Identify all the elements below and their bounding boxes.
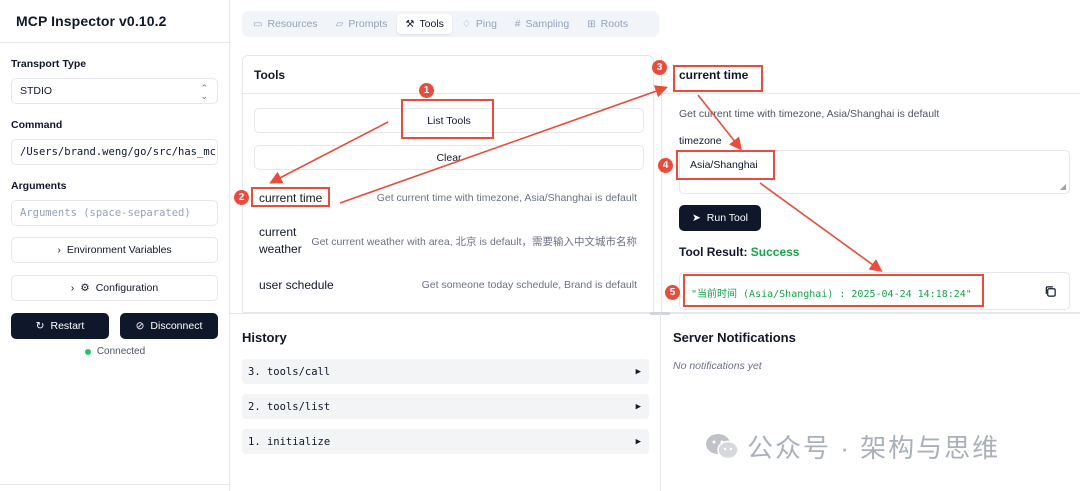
tools-panel: Tools List Tools Clear current time Get … (242, 55, 654, 313)
run-tool-label: Run Tool (706, 212, 749, 224)
connection-status: Connected (0, 346, 230, 357)
bell-icon: ♢ (461, 18, 471, 30)
history-title: History (242, 330, 287, 345)
tool-detail-description: Get current time with timezone, Asia/Sha… (679, 108, 940, 120)
arguments-input[interactable]: Arguments (space-separated) (11, 200, 218, 226)
status-dot-icon (84, 348, 91, 355)
annotation-badge: 2 (234, 190, 249, 205)
message-icon: ▱ (335, 18, 344, 30)
tab-tools[interactable]: ⚒ Tools (397, 14, 452, 34)
tab-roots[interactable]: ⊞ Roots (579, 14, 636, 34)
rotate-icon: ↻ (35, 320, 45, 332)
tab-resources-label: Resources (267, 18, 318, 30)
triangle-right-icon: ▶ (635, 436, 641, 447)
tool-description: Get someone today schedule, Brand is def… (421, 279, 637, 291)
sidebar-bottom-divider (0, 484, 229, 485)
vertical-divider (660, 313, 661, 491)
annotation-box-list-tools (401, 99, 494, 139)
chevron-up-down-icon: ⌃ ⌄ (200, 83, 208, 101)
triangle-right-icon: ▶ (635, 401, 641, 412)
sidebar-divider (0, 42, 229, 43)
arguments-label: Arguments (11, 180, 67, 192)
tab-resources[interactable]: ▭ Resources (245, 14, 326, 34)
triangle-right-icon: ▶ (635, 366, 641, 377)
watermark: 公众号 · 架构与思维 (705, 428, 1000, 465)
tool-name: current weather (259, 225, 302, 256)
annotation-box-current-time (251, 187, 330, 207)
clear-button[interactable]: Clear (254, 145, 644, 170)
notifications-empty-text: No notifications yet (673, 360, 762, 372)
hash-icon: # (514, 18, 521, 30)
annotation-badge: 5 (665, 285, 680, 300)
transport-type-value: STDIO (20, 85, 53, 97)
run-tool-button[interactable]: ➤ Run Tool (679, 205, 761, 231)
tools-panel-title: Tools (243, 56, 653, 94)
server-notifications-title: Server Notifications (673, 330, 796, 345)
tab-roots-label: Roots (600, 18, 629, 30)
tool-result-heading: Tool Result: Success (679, 245, 799, 259)
command-input[interactable]: /Users/brand.weng/go/src/has_mc (11, 139, 218, 165)
annotation-badge: 4 (658, 158, 673, 173)
tab-prompts-label: Prompts (348, 18, 388, 30)
send-icon: ➤ (691, 212, 701, 224)
sidebar: MCP Inspector v0.10.2 Transport Type STD… (0, 0, 230, 491)
annotation-box-result (683, 274, 984, 307)
restart-button[interactable]: ↻ Restart (11, 313, 109, 339)
transport-type-label: Transport Type (11, 58, 87, 70)
command-label: Command (11, 119, 63, 131)
tool-description: Get current time with timezone, Asia/Sha… (376, 192, 637, 204)
annotation-box-detail-title (673, 65, 763, 92)
hammer-icon: ⚒ (405, 18, 415, 30)
folder-tree-icon: ⊞ (587, 18, 596, 30)
gear-icon: ⚙ (80, 282, 90, 294)
tool-description: Get current weather with area, 北京 is def… (311, 235, 637, 248)
restart-label: Restart (50, 320, 85, 332)
history-item-label: 1. initialize (248, 435, 331, 448)
tool-item-user-schedule[interactable]: user schedule Get someone today schedule… (243, 275, 653, 295)
chevron-right-icon: › (57, 244, 61, 256)
resize-grip-icon[interactable]: ◢ (1060, 183, 1066, 191)
copy-icon[interactable] (1044, 285, 1057, 298)
app-title: MCP Inspector v0.10.2 (16, 13, 167, 29)
watermark-text: 公众号 · 架构与思维 (747, 433, 1001, 463)
wechat-icon (706, 433, 739, 459)
tool-name: user schedule (259, 277, 334, 292)
configuration-button[interactable]: › ⚙ Configuration (11, 275, 218, 301)
disconnect-label: Disconnect (150, 320, 203, 332)
tab-ping[interactable]: ♢ Ping (454, 14, 505, 34)
annotation-badge: 1 (419, 83, 434, 98)
history-item[interactable]: 2. tools/list ▶ (242, 394, 649, 419)
unplug-icon: ⊘ (135, 320, 145, 332)
file-icon: ▭ (253, 18, 263, 30)
tab-sampling-label: Sampling (525, 18, 570, 30)
connection-status-text: Connected (96, 346, 146, 357)
tool-detail-divider (662, 93, 1080, 94)
transport-type-select[interactable]: STDIO ⌃ ⌄ (11, 78, 218, 104)
annotation-box-timezone (676, 150, 775, 180)
disconnect-button[interactable]: ⊘ Disconnect (120, 313, 218, 339)
tab-tools-label: Tools (419, 18, 444, 30)
annotation-badge: 3 (652, 60, 667, 75)
tab-sampling[interactable]: # Sampling (507, 14, 577, 34)
tab-prompts[interactable]: ▱ Prompts (328, 14, 396, 34)
tool-result-label: Tool Result: (679, 245, 748, 259)
chevron-right-icon: › (70, 282, 75, 294)
tab-ping-label: Ping (475, 18, 497, 30)
tab-bar: ▭ Resources ▱ Prompts ⚒ Tools ♢ Ping # S… (242, 11, 659, 37)
clear-label: Clear (436, 151, 462, 164)
history-item[interactable]: 1. initialize ▶ (242, 429, 649, 454)
configuration-label: Configuration (95, 282, 159, 294)
timezone-label: timezone (679, 135, 722, 147)
environment-variables-button[interactable]: › Environment Variables (11, 237, 218, 263)
history-item-label: 3. tools/call (248, 365, 331, 378)
tool-result-status: Success (750, 245, 800, 259)
history-item-label: 2. tools/list (248, 400, 331, 413)
environment-variables-label: Environment Variables (66, 244, 172, 256)
history-item[interactable]: 3. tools/call ▶ (242, 359, 649, 384)
tool-item-current-weather[interactable]: current weather Get current weather with… (243, 224, 653, 258)
